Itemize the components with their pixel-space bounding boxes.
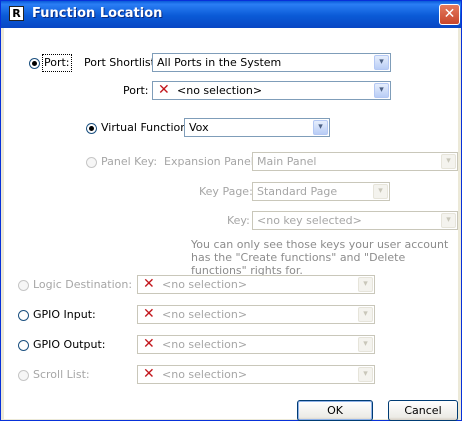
scroll-list-label: Scroll List: [33,368,90,381]
chevron-down-icon[interactable]: ▾ [358,277,373,292]
radio-selected-dot [32,61,37,66]
gpio-output-label[interactable]: GPIO Output: [33,338,105,352]
expansion-panel-label: Expansion Panel: [164,155,258,168]
key-value: <no key selected> [257,214,362,227]
port-shortlist-value: All Ports in the System [157,56,282,69]
key-page-dropdown[interactable]: Standard Page ▾ [252,182,390,201]
dialog-body: Port: Port Shortlist: All Ports in the S… [4,28,458,421]
key-label: Key: [227,214,250,227]
expansion-panel-dropdown[interactable]: Main Panel ▾ [252,152,458,171]
virtual-function-label[interactable]: Virtual Function: [101,121,191,135]
x-mark-icon: ✕ [143,366,155,382]
virtual-function-value: Vox [189,121,209,134]
x-mark-icon: ✕ [143,336,155,352]
radio-selected-dot [89,126,94,131]
port-value: <no selection> [177,84,263,97]
ok-button[interactable]: OK [297,400,373,421]
chevron-down-icon[interactable]: ▾ [374,83,389,98]
key-page-label: Key Page: [199,185,253,198]
gpio-input-radio[interactable] [18,310,29,321]
key-dropdown[interactable]: <no key selected> ▾ [252,211,458,230]
port-radio[interactable] [29,58,40,69]
port-label: Port: [123,84,149,97]
virtual-function-radio[interactable] [86,123,97,134]
gpio-input-value: <no selection> [162,308,248,321]
chevron-down-icon[interactable]: ▾ [373,184,388,199]
chevron-down-icon[interactable]: ▾ [358,307,373,322]
chevron-down-icon[interactable]: ▾ [441,154,456,169]
app-logo-icon: R [9,6,24,21]
logic-destination-value: <no selection> [162,278,248,291]
gpio-output-radio[interactable] [18,340,29,351]
port-radio-label[interactable]: Port: [42,54,72,72]
gpio-input-dropdown[interactable]: ✕ <no selection> ▾ [137,305,375,324]
scroll-list-radio[interactable] [18,370,29,381]
virtual-function-dropdown[interactable]: Vox ▾ [184,118,330,137]
chevron-down-icon[interactable]: ▾ [358,337,373,352]
dialog-title: Function Location [32,6,163,21]
logic-destination-label: Logic Destination: [33,278,133,291]
logic-destination-dropdown[interactable]: ✕ <no selection> ▾ [137,275,375,294]
close-button[interactable]: ✕ [439,4,460,25]
gpio-output-dropdown[interactable]: ✕ <no selection> ▾ [137,335,375,354]
chevron-down-icon[interactable]: ▾ [313,120,328,135]
gpio-output-value: <no selection> [162,338,248,351]
scroll-list-dropdown[interactable]: ✕ <no selection> ▾ [137,365,375,384]
title-bar[interactable]: R Function Location ✕ [1,1,461,28]
chevron-down-icon[interactable]: ▾ [374,55,389,70]
cancel-button[interactable]: Cancel [388,400,458,421]
function-location-dialog: R Function Location ✕ Port: Port Shortli… [0,0,462,421]
x-mark-icon: ✕ [158,82,170,98]
expansion-panel-value: Main Panel [257,155,317,168]
scroll-list-value: <no selection> [162,368,248,381]
key-rights-note: You can only see those keys your user ac… [191,238,449,277]
chevron-down-icon[interactable]: ▾ [358,367,373,382]
logic-destination-radio[interactable] [18,280,29,291]
x-mark-icon: ✕ [143,306,155,322]
gpio-input-label[interactable]: GPIO Input: [33,308,96,322]
x-mark-icon: ✕ [143,276,155,292]
panel-key-label: Panel Key: [101,155,158,168]
port-shortlist-label: Port Shortlist: [84,56,159,69]
chevron-down-icon[interactable]: ▾ [441,213,456,228]
port-dropdown[interactable]: ✕ <no selection> ▾ [152,81,391,100]
key-page-value: Standard Page [257,185,338,198]
port-shortlist-dropdown[interactable]: All Ports in the System ▾ [152,53,391,72]
panel-key-radio[interactable] [86,157,97,168]
